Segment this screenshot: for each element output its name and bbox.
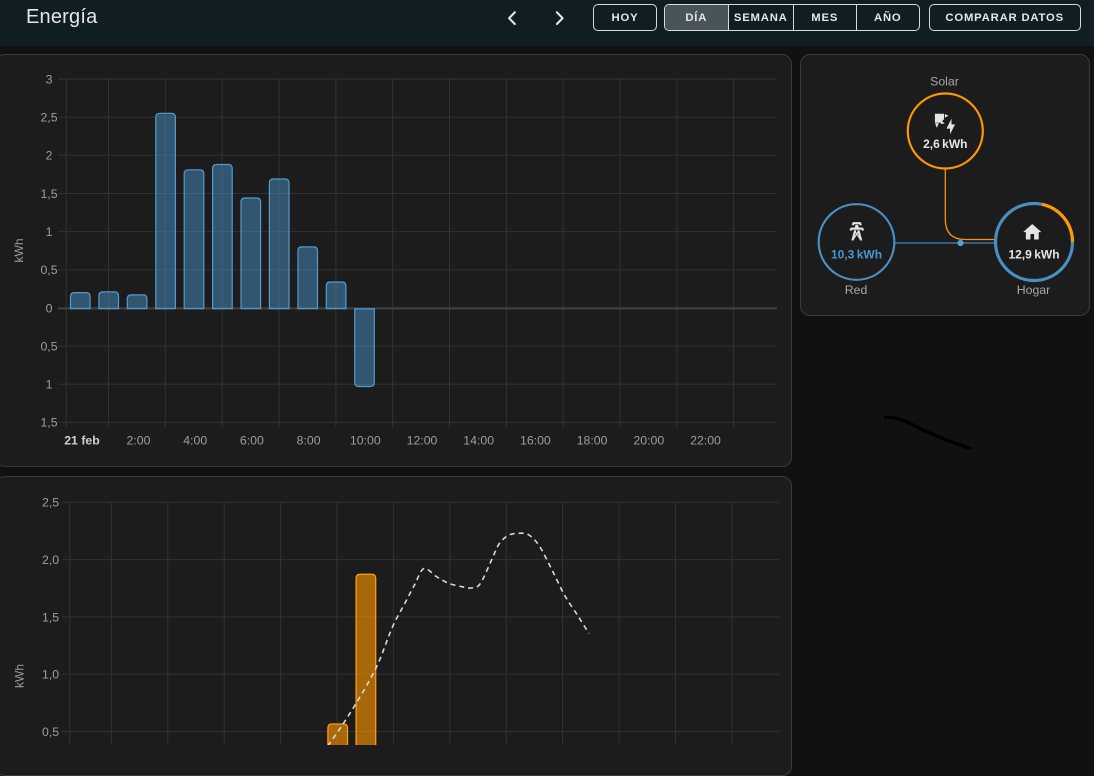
svg-text:1,0: 1,0 — [42, 668, 59, 682]
svg-text:20:00: 20:00 — [633, 433, 664, 447]
svg-text:18:00: 18:00 — [577, 433, 608, 447]
svg-text:0,5: 0,5 — [42, 725, 59, 739]
svg-text:14:00: 14:00 — [463, 433, 494, 447]
svg-text:10,3 kWh: 10,3 kWh — [831, 247, 882, 261]
svg-text:1,5: 1,5 — [40, 416, 57, 430]
svg-text:2,5: 2,5 — [40, 111, 57, 125]
svg-text:8:00: 8:00 — [297, 433, 321, 447]
svg-text:2,0: 2,0 — [42, 553, 59, 567]
svg-text:12:00: 12:00 — [407, 433, 438, 447]
svg-text:10:00: 10:00 — [350, 433, 381, 447]
svg-text:3: 3 — [46, 72, 53, 86]
svg-text:6:00: 6:00 — [240, 433, 264, 447]
svg-text:1: 1 — [46, 225, 53, 239]
svg-text:Hogar: Hogar — [1017, 283, 1051, 297]
svg-text:2,5: 2,5 — [42, 496, 59, 510]
svg-text:1,5: 1,5 — [42, 610, 59, 624]
svg-text:12,9 kWh: 12,9 kWh — [1008, 247, 1059, 261]
svg-text:16:00: 16:00 — [520, 433, 551, 447]
svg-text:4:00: 4:00 — [183, 433, 207, 447]
svg-text:2,6 kWh: 2,6 kWh — [923, 137, 967, 151]
svg-text:0: 0 — [46, 301, 53, 315]
svg-text:22:00: 22:00 — [690, 433, 721, 447]
svg-text:0,5: 0,5 — [40, 263, 57, 277]
svg-text:2:00: 2:00 — [127, 433, 151, 447]
svg-text:0,5: 0,5 — [40, 339, 57, 353]
svg-text:21 feb: 21 feb — [64, 433, 100, 447]
svg-text:Solar: Solar — [930, 75, 959, 89]
svg-text:kWh: kWh — [12, 239, 26, 263]
svg-text:Red: Red — [845, 283, 868, 297]
svg-text:kWh: kWh — [13, 664, 27, 688]
svg-text:2: 2 — [46, 149, 53, 163]
svg-text:1,5: 1,5 — [40, 187, 57, 201]
svg-text:1: 1 — [46, 378, 53, 392]
